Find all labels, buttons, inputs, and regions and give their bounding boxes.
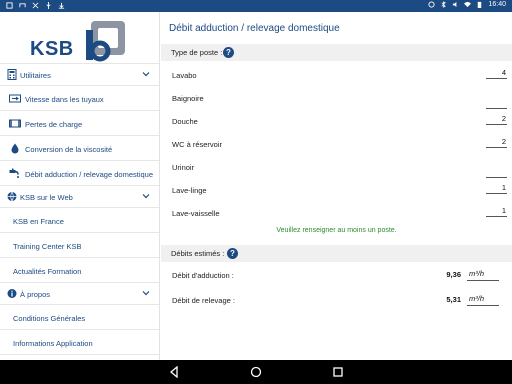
wifi-icon [464, 1, 472, 8]
sidebar-item-label: KSB en France [13, 217, 64, 226]
sidebar-item-actualites[interactable]: Actualités Formation [0, 258, 159, 283]
sidebar-item-label: Débit adduction / relevage domestique [25, 170, 153, 179]
logo-area: KSB [0, 12, 159, 64]
pipe-speed-icon [9, 94, 21, 103]
type-poste-label: Type de poste : [171, 48, 223, 57]
drop-icon [11, 143, 19, 154]
sidebar-item-label: Pertes de charge [25, 120, 83, 129]
status-left-icons [6, 2, 65, 9]
sidebar-item-label: Informations Application [13, 339, 93, 348]
sidebar-item-label: Conversion de la viscosité [25, 145, 113, 154]
navigation-drawer: KSB Utilitaires Vitesse dans les tuyaux [0, 12, 160, 360]
section-a-propos[interactable]: À propos [0, 283, 159, 305]
chevron-down-icon [142, 72, 150, 77]
result-label: Débit de relevage : [172, 296, 235, 305]
help-icon[interactable]: ? [223, 47, 234, 58]
poste-quantity-input[interactable] [486, 98, 507, 109]
status-bar: 16:40 [0, 0, 512, 12]
validation-notice: Veuillez renseigner au moins un poste. [276, 227, 397, 234]
battery-icon [478, 1, 482, 8]
section-label: À propos [20, 290, 51, 299]
poste-quantity-input[interactable]: 1 [486, 183, 507, 194]
main-content: Débit adduction / relevage domestique Ty… [161, 12, 512, 360]
result-label: Débit d'adduction : [172, 271, 234, 280]
poste-label: Lave-linge [172, 186, 207, 195]
info-icon [7, 289, 17, 298]
result-unit: m³/h [467, 269, 499, 281]
usb-icon [46, 2, 51, 9]
poste-quantity-input[interactable]: 1 [486, 206, 507, 217]
poste-row-wc: WC à réservoir 2 [161, 135, 512, 158]
page-title: Débit adduction / relevage domestique [169, 23, 340, 34]
no-sim-icon [32, 2, 39, 9]
poste-quantity-input[interactable]: 2 [486, 137, 507, 148]
poste-label: Urinoir [172, 163, 195, 172]
poste-label: Lavabo [172, 71, 197, 80]
recents-icon[interactable] [332, 366, 344, 378]
poste-row-douche: Douche 2 [161, 112, 512, 135]
sidebar-item-ksb-france[interactable]: KSB en France [0, 208, 159, 233]
pipe-loss-icon [9, 119, 21, 128]
mute-icon [453, 1, 457, 8]
poste-quantity-input[interactable]: 2 [486, 114, 507, 125]
sidebar-item-vitesse[interactable]: Vitesse dans les tuyaux [0, 86, 159, 111]
sidebar-item-label: Actualités Formation [13, 267, 82, 276]
poste-label: WC à réservoir [172, 140, 223, 149]
poste-row-urinoir: Urinoir [161, 158, 512, 181]
help-icon[interactable]: ? [227, 248, 238, 259]
section-ksb-web[interactable]: KSB sur le Web [0, 186, 159, 208]
globe-icon [7, 191, 17, 202]
poste-row-lavabo: Lavabo 4 [161, 66, 512, 89]
result-row-adduction: Débit d'adduction : 9,36 m³/h [161, 267, 512, 289]
cast-icon [19, 3, 26, 8]
sidebar-item-conditions[interactable]: Conditions Générales [0, 305, 159, 330]
notification-icon [6, 2, 13, 9]
poste-row-lave-linge: Lave-linge 1 [161, 181, 512, 204]
sidebar-item-label: Training Center KSB [13, 242, 82, 251]
debits-header: Débits estimés : ? [161, 245, 512, 262]
poste-row-lave-vaisselle: Lave-vaisselle 1 [161, 204, 512, 227]
faucet-icon [9, 168, 19, 178]
home-icon[interactable] [250, 366, 262, 378]
section-label: Utilitaires [20, 71, 51, 80]
result-unit: m³/h [467, 294, 499, 306]
poste-label: Douche [172, 117, 198, 126]
poste-label: Baignoire [172, 94, 204, 103]
result-value: 5,31 [446, 295, 461, 304]
sidebar-item-pertes[interactable]: Pertes de charge [0, 111, 159, 136]
sidebar-item-label: Conditions Générales [13, 314, 86, 323]
poste-label: Lave-vaisselle [172, 209, 220, 218]
section-label: KSB sur le Web [20, 193, 73, 202]
type-poste-header: Type de poste : ? [161, 44, 512, 61]
bluetooth-icon [441, 1, 447, 8]
download-icon [58, 2, 65, 9]
chevron-down-icon [142, 194, 150, 199]
ksb-logo-icon [86, 21, 125, 62]
sidebar-item-informations[interactable]: Informations Application [0, 330, 159, 355]
poste-row-baignoire: Baignoire [161, 89, 512, 112]
sidebar-item-training-center[interactable]: Training Center KSB [0, 233, 159, 258]
calculator-icon [7, 69, 17, 80]
chevron-down-icon [142, 291, 150, 296]
section-utilitaires[interactable]: Utilitaires [0, 64, 159, 86]
back-icon[interactable] [168, 366, 180, 378]
result-row-relevage: Débit de relevage : 5,31 m³/h [161, 292, 512, 314]
poste-quantity-input[interactable] [486, 167, 507, 178]
poste-quantity-input[interactable]: 4 [486, 68, 507, 79]
battery-saver-icon [428, 1, 436, 8]
sidebar-item-label: Vitesse dans les tuyaux [25, 95, 104, 104]
status-time: 16:40 [488, 1, 506, 8]
system-nav-bar [0, 360, 512, 384]
sidebar-item-viscosite[interactable]: Conversion de la viscosité [0, 136, 159, 161]
status-right-icons: 16:40 [428, 1, 506, 8]
debits-label: Débits estimés : [171, 249, 225, 258]
result-value: 9,36 [446, 270, 461, 279]
sidebar-item-debit[interactable]: Débit adduction / relevage domestique [0, 161, 159, 186]
ksb-logo-text: KSB [30, 38, 74, 60]
